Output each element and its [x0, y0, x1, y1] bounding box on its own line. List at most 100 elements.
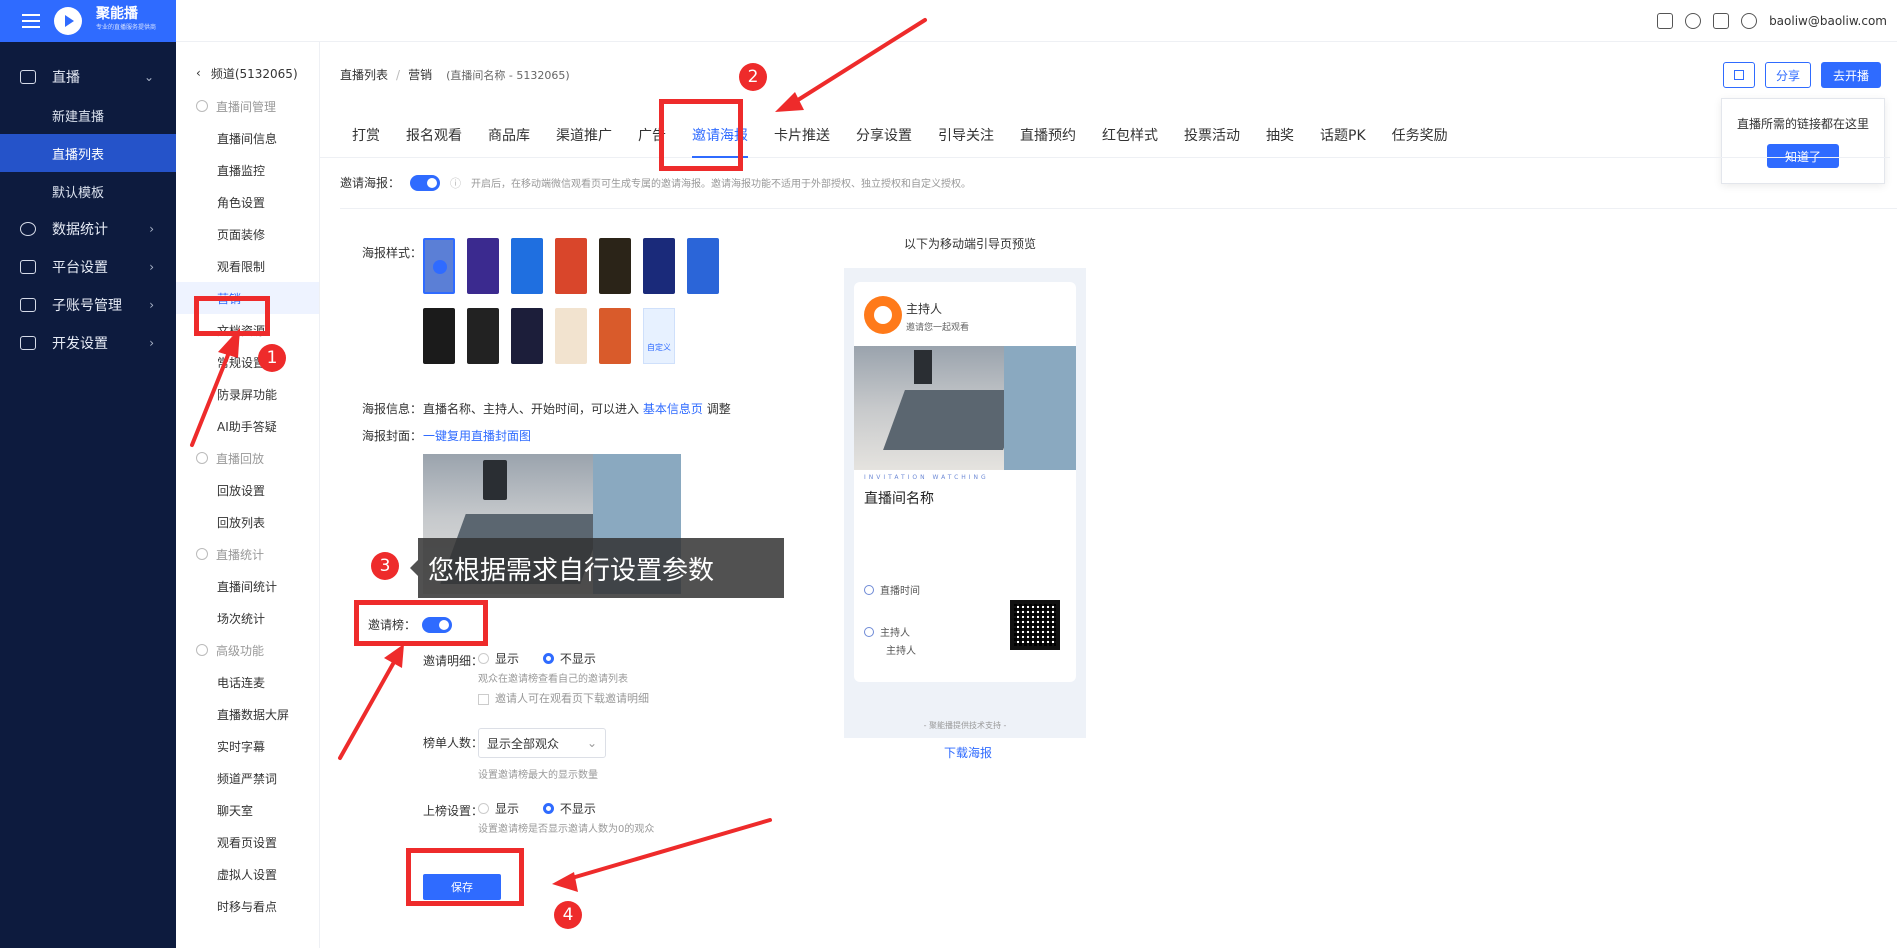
layers-icon	[20, 260, 36, 274]
info-icon: ⓘ	[450, 176, 462, 190]
tab-tip[interactable]: 打赏	[352, 112, 380, 158]
download-icon[interactable]	[1685, 13, 1702, 29]
chevron-right-icon: ›	[149, 260, 154, 274]
onlist-hide-radio[interactable]: 不显示	[542, 800, 596, 817]
sub-item[interactable]: 虚拟人设置	[176, 858, 319, 890]
download-poster-link[interactable]: 下载海报	[944, 744, 992, 761]
nav-item-platform[interactable]: 平台设置 ›	[0, 248, 176, 286]
invite-poster-switch[interactable]	[410, 174, 441, 191]
mail-icon[interactable]	[1713, 13, 1730, 29]
poster-style-thumb[interactable]	[467, 238, 499, 294]
sub-item[interactable]: 实时字幕	[176, 730, 319, 762]
annotation-box-3	[354, 600, 488, 646]
tab-redpack[interactable]: 红包样式	[1102, 112, 1158, 158]
nav-item-dev[interactable]: 开发设置 ›	[0, 324, 176, 362]
poster-style-thumb[interactable]	[511, 238, 543, 294]
tab-lottery[interactable]: 抽奖	[1266, 112, 1294, 158]
sub-item[interactable]: 防录屏功能	[176, 378, 319, 410]
qr-code	[1010, 600, 1060, 650]
tab-topic-pk[interactable]: 话题PK	[1320, 112, 1366, 158]
menu-icon[interactable]	[22, 14, 40, 28]
nav-sub-list[interactable]: 直播列表	[0, 134, 176, 172]
poster-style-thumb[interactable]	[643, 238, 675, 294]
brand-name: 聚能播 专业的直播服务提供商	[96, 6, 157, 31]
sub-item[interactable]: 频道严禁词	[176, 762, 319, 794]
poster-style-thumb[interactable]	[423, 238, 455, 294]
share-button[interactable]: 分享	[1764, 62, 1811, 88]
chevron-down-icon: ⌄	[586, 736, 597, 750]
detail-show-radio[interactable]: 显示	[478, 650, 519, 667]
tab-signup[interactable]: 报名观看	[406, 112, 462, 158]
chevron-left-icon: ‹	[196, 66, 201, 80]
tab-follow[interactable]: 引导关注	[938, 112, 994, 158]
nav-item-live[interactable]: 直播 ⌄	[0, 58, 176, 96]
marketing-tabs: 打赏 报名观看 商品库 渠道推广 广告 邀请海报 卡片推送 分享设置 引导关注 …	[320, 112, 1890, 158]
poster-style-thumb[interactable]	[423, 308, 455, 364]
poster-style-thumb[interactable]	[687, 238, 719, 294]
sub-item[interactable]: 电话连麦	[176, 666, 319, 698]
group-stats: 直播统计	[176, 538, 319, 570]
sub-item[interactable]: 直播监控	[176, 154, 319, 186]
breadcrumb: 直播列表 / 营销 (直播间名称 - 5132065)	[340, 66, 570, 83]
onlist-show-radio[interactable]: 显示	[478, 800, 519, 817]
reuse-cover-link[interactable]: 一键复用直播封面图	[423, 427, 531, 444]
copy-icon	[1733, 70, 1744, 80]
user-email[interactable]: baoliw@baoliw.com	[1769, 14, 1887, 28]
tab-products[interactable]: 商品库	[488, 112, 530, 158]
sub-item[interactable]: AI助手答疑	[176, 410, 319, 442]
sub-item[interactable]: 聊天室	[176, 794, 319, 826]
tab-card[interactable]: 卡片推送	[774, 112, 830, 158]
rank-count-label: 榜单人数：	[423, 736, 484, 750]
poster-style-thumb[interactable]	[555, 308, 587, 364]
copy-button[interactable]	[1722, 62, 1755, 88]
sub-item[interactable]: 直播数据大屏	[176, 698, 319, 730]
invite-poster-row: 邀请海报： ⓘ 开启后，在移动端微信观看页可生成专属的邀请海报。邀请海报功能不适…	[340, 174, 972, 191]
user-icon[interactable]	[1741, 13, 1758, 29]
step-badge-4: 4	[554, 901, 582, 929]
sub-item[interactable]: 回放列表	[176, 506, 319, 538]
rank-count-select[interactable]: 显示全部观众 ⌄	[478, 728, 606, 758]
code-icon	[20, 336, 36, 350]
chevron-down-icon: ⌄	[143, 70, 154, 84]
tab-reserve[interactable]: 直播预约	[1020, 112, 1076, 158]
sub-item[interactable]: 时移与看点	[176, 890, 319, 922]
poster-style-thumb[interactable]	[511, 308, 543, 364]
sub-item[interactable]: 角色设置	[176, 186, 319, 218]
sub-item[interactable]: 观看页设置	[176, 826, 319, 858]
sub-item[interactable]: 直播间统计	[176, 570, 319, 602]
channel-back[interactable]: ‹ 频道(5132065)	[176, 56, 319, 90]
tab-channel[interactable]: 渠道推广	[556, 112, 612, 158]
top-bar: baoliw@baoliw.com	[176, 0, 1897, 42]
crumb-list[interactable]: 直播列表	[340, 66, 388, 83]
nav-sub-template[interactable]: 默认模板	[0, 172, 176, 210]
annotation-box-4	[406, 848, 524, 906]
logo-icon	[54, 7, 82, 35]
poster-style-thumb[interactable]	[599, 308, 631, 364]
sub-item[interactable]: 直播间信息	[176, 122, 319, 154]
poster-style-thumb[interactable]	[555, 238, 587, 294]
preview-title: 以下为移动端引导页预览	[904, 237, 1037, 251]
upload-icon[interactable]	[1657, 13, 1674, 29]
poster-style-custom[interactable]: 自定义	[643, 308, 675, 364]
base-info-link[interactable]: 基本信息页	[643, 402, 703, 416]
poster-style-thumb[interactable]	[467, 308, 499, 364]
sub-item[interactable]: 场次统计	[176, 602, 319, 634]
crumb-current: 营销	[408, 68, 433, 82]
user-icon	[864, 626, 874, 637]
sub-item[interactable]: 回放设置	[176, 474, 319, 506]
tab-task[interactable]: 任务奖励	[1392, 112, 1448, 158]
sub-item[interactable]: 常规设置	[176, 346, 319, 378]
start-live-button[interactable]: 去开播	[1820, 62, 1881, 88]
tab-share[interactable]: 分享设置	[856, 112, 912, 158]
detail-hint: 观众在邀请榜查看自己的邀请列表	[478, 674, 628, 685]
rank-count-hint: 设置邀请榜最大的显示数量	[478, 770, 598, 781]
nav-item-stats[interactable]: 数据统计 ›	[0, 210, 176, 248]
nav-item-subaccount[interactable]: 子账号管理 ›	[0, 286, 176, 324]
sub-item[interactable]: 页面装修	[176, 218, 319, 250]
detail-hide-radio[interactable]: 不显示	[542, 650, 596, 667]
tab-vote[interactable]: 投票活动	[1184, 112, 1240, 158]
poster-style-thumb[interactable]	[599, 238, 631, 294]
download-detail-checkbox[interactable]: 邀请人可在观看页下载邀请明细	[478, 690, 649, 706]
nav-sub-new[interactable]: 新建直播	[0, 96, 176, 134]
sub-item[interactable]: 观看限制	[176, 250, 319, 282]
